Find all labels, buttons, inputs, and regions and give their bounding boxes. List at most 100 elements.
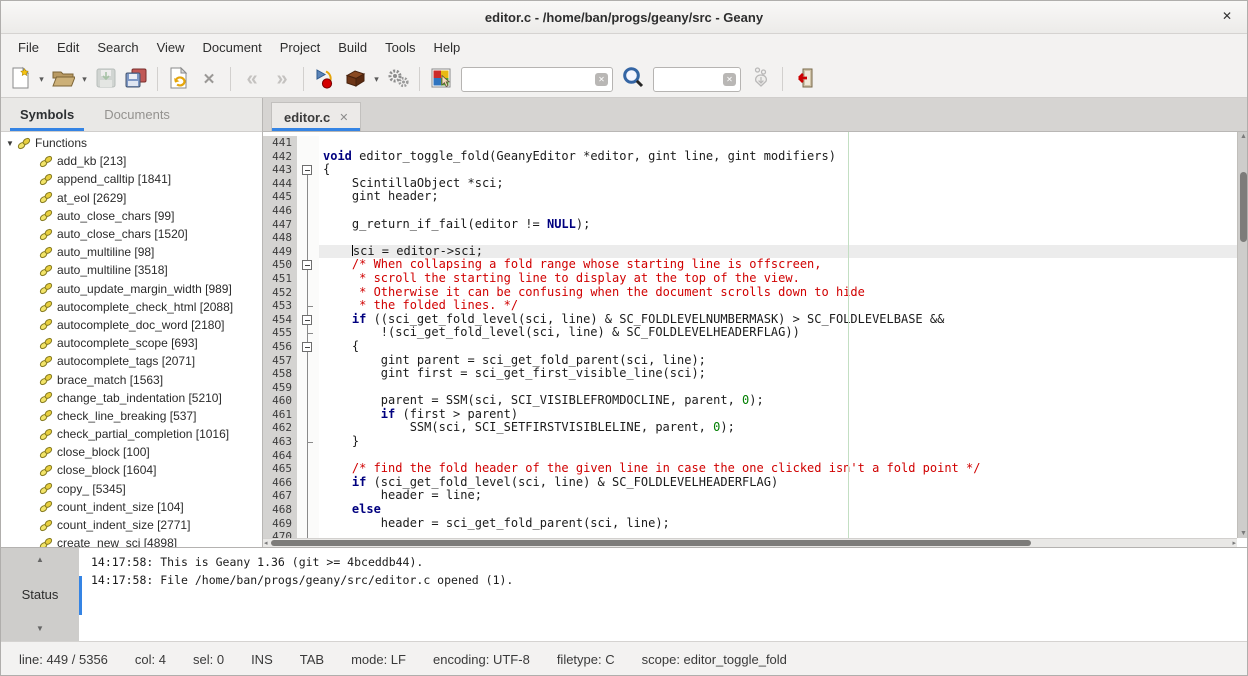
fold-toggle-icon[interactable] [302,165,312,175]
sidebar-tab-symbols[interactable]: Symbols [5,98,89,131]
new-file-button[interactable] [5,65,35,93]
code-text[interactable]: if ((sci_get_fold_level(sci, line) & SC_… [319,313,1237,327]
symbol-item[interactable]: close_block [1604] [1,461,262,479]
scroll-down-icon[interactable]: ▼ [1238,529,1248,538]
symbol-item[interactable]: autocomplete_tags [2071] [1,352,262,370]
code-text[interactable]: if (first > parent) [319,408,1237,422]
tree-root-functions[interactable]: ▼Functions [1,134,262,152]
scroll-right-icon[interactable]: ▸ [1232,539,1236,547]
code-line[interactable]: 462 SSM(sci, SCI_SETFIRSTVISIBLELINE, pa… [263,421,1237,435]
open-button[interactable] [48,65,78,93]
code-text[interactable] [319,136,1237,150]
menu-view[interactable]: View [148,36,194,59]
symbol-item[interactable]: create_new_sci [4898] [1,534,262,547]
code-line[interactable]: 458 gint first = sci_get_first_visible_l… [263,367,1237,381]
menu-file[interactable]: File [9,36,48,59]
menu-build[interactable]: Build [329,36,376,59]
code-line[interactable]: 468 else [263,503,1237,517]
save-button[interactable] [91,65,121,93]
fold-margin[interactable] [297,258,319,272]
code-text[interactable]: header = sci_get_fold_parent(sci, line); [319,517,1237,531]
code-text[interactable]: gint first = sci_get_first_visible_line(… [319,367,1237,381]
code-text[interactable]: else [319,503,1237,517]
horizontal-scrollbar[interactable]: ◂ ▸ [263,538,1237,547]
menu-search[interactable]: Search [88,36,147,59]
navigate-forward-button[interactable]: » [267,65,297,93]
code-text[interactable]: ScintillaObject *sci; [319,177,1237,191]
code-text[interactable]: * Otherwise it can be confusing when the… [319,286,1237,300]
symbol-item[interactable]: change_tab_indentation [5210] [1,389,262,407]
code-line[interactable]: 448 [263,231,1237,245]
menu-tools[interactable]: Tools [376,36,424,59]
symbol-item[interactable]: brace_match [1563] [1,370,262,388]
code-text[interactable] [319,204,1237,218]
search-input[interactable] [461,67,613,92]
symbol-item[interactable]: auto_close_chars [99] [1,207,262,225]
code-text[interactable]: void editor_toggle_fold(GeanyEditor *edi… [319,150,1237,164]
sidebar-tab-documents[interactable]: Documents [89,98,185,131]
code-text[interactable]: { [319,163,1237,177]
vertical-scroll-thumb[interactable] [1240,172,1247,242]
symbol-item[interactable]: auto_update_margin_width [989] [1,280,262,298]
code-line[interactable]: 470 [263,530,1237,538]
close-document-button[interactable]: ✕ [194,65,224,93]
code-text[interactable]: parent = SSM(sci, SCI_VISIBLEFROMDOCLINE… [319,394,1237,408]
code-line[interactable]: 446 [263,204,1237,218]
scroll-left-icon[interactable]: ◂ [264,539,268,547]
code-line[interactable]: 441 [263,136,1237,150]
code-line[interactable]: 450 /* When collapsing a fold range whos… [263,258,1237,272]
build-dropdown-icon[interactable]: ▾ [370,65,383,93]
open-dropdown-icon[interactable]: ▾ [78,65,91,93]
search-clear-icon[interactable]: ✕ [595,73,608,86]
fold-margin[interactable] [297,313,319,327]
menu-project[interactable]: Project [271,36,329,59]
symbol-item[interactable]: autocomplete_doc_word [2180] [1,316,262,334]
code-line[interactable]: 455 !(sci_get_fold_level(sci, line) & SC… [263,326,1237,340]
tab-close-icon[interactable]: ✕ [339,111,348,124]
code-text[interactable]: /* When collapsing a fold range whose st… [319,258,1237,272]
execute-button[interactable] [383,65,413,93]
symbol-item[interactable]: at_eol [2629] [1,189,262,207]
code-text[interactable]: { [319,340,1237,354]
code-line[interactable]: 443{ [263,163,1237,177]
code-line[interactable]: 466 if (sci_get_fold_level(sci, line) & … [263,476,1237,490]
code-text[interactable]: if (sci_get_fold_level(sci, line) & SC_F… [319,476,1237,490]
code-text[interactable] [319,231,1237,245]
code-line[interactable]: 464 [263,449,1237,463]
code-line[interactable]: 447 g_return_if_fail(editor != NULL); [263,218,1237,232]
code-text[interactable] [319,449,1237,463]
code-text[interactable]: gint parent = sci_get_fold_parent(sci, l… [319,354,1237,368]
menu-help[interactable]: Help [425,36,470,59]
scroll-up-icon[interactable]: ▲ [1238,132,1248,141]
symbol-item[interactable]: auto_multiline [98] [1,243,262,261]
symbol-item[interactable]: check_partial_completion [1016] [1,425,262,443]
code-line[interactable]: 459 [263,381,1237,395]
symbol-item[interactable]: count_indent_size [2771] [1,516,262,534]
symbol-item[interactable]: count_indent_size [104] [1,498,262,516]
code-text[interactable]: /* find the fold header of the given lin… [319,462,1237,476]
code-line[interactable]: 457 gint parent = sci_get_fold_parent(sc… [263,354,1237,368]
symbol-item[interactable]: autocomplete_check_html [2088] [1,298,262,316]
find-button[interactable] [618,65,648,93]
tab-editor-c[interactable]: editor.c ✕ [271,102,361,131]
code-line[interactable]: 449 sci = editor->sci; [263,245,1237,259]
vertical-scrollbar[interactable]: ▲ ▼ [1237,132,1248,538]
quit-button[interactable] [789,65,819,93]
code-text[interactable]: g_return_if_fail(editor != NULL); [319,218,1237,232]
symbol-item[interactable]: close_block [100] [1,443,262,461]
horizontal-scroll-thumb[interactable] [271,540,1031,546]
code-line[interactable]: 454 if ((sci_get_fold_level(sci, line) &… [263,313,1237,327]
build-button[interactable] [340,65,370,93]
revert-button[interactable] [164,65,194,93]
code-line[interactable]: 460 parent = SSM(sci, SCI_VISIBLEFROMDOC… [263,394,1237,408]
code-line[interactable]: 445 gint header; [263,190,1237,204]
code-text[interactable]: SSM(sci, SCI_SETFIRSTVISIBLELINE, parent… [319,421,1237,435]
symbol-item[interactable]: add_kb [213] [1,152,262,170]
expander-icon[interactable]: ▼ [6,139,17,148]
code-line[interactable]: 451 * scroll the starting line to displa… [263,272,1237,286]
symbol-item[interactable]: append_calltip [1841] [1,170,262,188]
new-file-dropdown-icon[interactable]: ▾ [35,65,48,93]
code-line[interactable]: 453 * the folded lines. */ [263,299,1237,313]
code-line[interactable]: 442void editor_toggle_fold(GeanyEditor *… [263,150,1237,164]
code-area[interactable]: 441442void editor_toggle_fold(GeanyEdito… [263,132,1237,538]
